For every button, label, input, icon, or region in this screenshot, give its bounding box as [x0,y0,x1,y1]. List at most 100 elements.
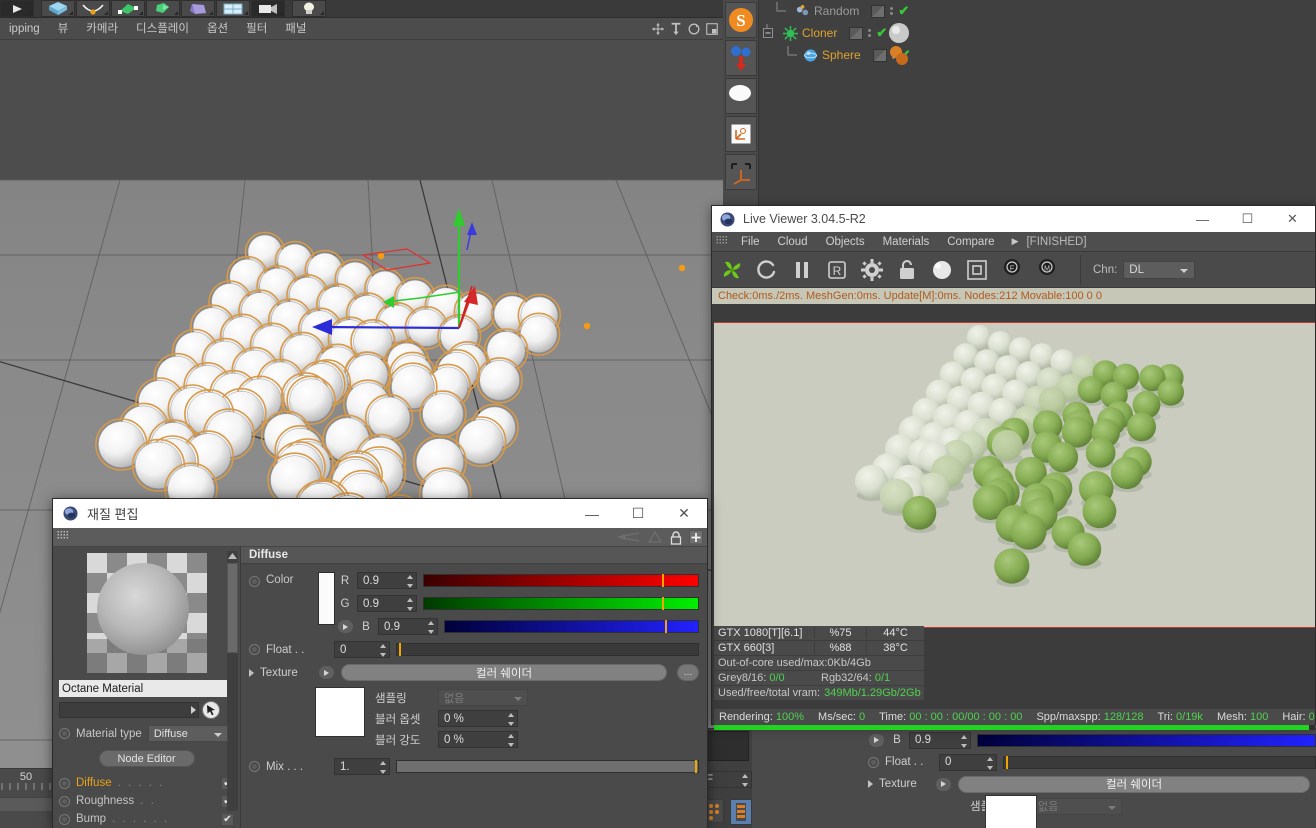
material-type-row[interactable]: Material type Diffuse [59,725,234,742]
channel-radio-icon[interactable] [59,777,70,789]
spline-icon[interactable] [76,0,110,17]
float-row[interactable]: Float . . 0 [241,638,707,661]
texture-shader-bar[interactable]: 컬러 쉐이더 [341,664,667,681]
bg-me-float-slider[interactable] [1003,755,1316,769]
left-panel-scrollbar[interactable] [227,551,238,811]
color-radio-icon[interactable] [249,576,260,587]
tag-swatch-icon-3[interactable] [872,48,887,62]
blur-offset-field[interactable]: 0 % [438,710,518,727]
float-field[interactable]: 0 [334,641,390,658]
lv-menu-file[interactable]: File [732,232,769,252]
live-viewer-window-controls[interactable]: — ☐ ✕ [1180,206,1315,232]
cube-icon[interactable] [41,0,75,17]
octane-objects-icon[interactable] [725,40,757,76]
spinner-icon-g[interactable] [405,598,414,611]
spinner-icon-bs[interactable] [506,734,515,747]
up-nav-icon[interactable] [647,530,663,544]
pause-icon[interactable] [790,258,814,282]
channel-radio-icon-3[interactable] [59,813,70,825]
lock-icon[interactable] [895,258,919,282]
channel-item-diffuse[interactable]: Diffuse . . . . . ✔ [59,774,234,792]
blur-strength-row[interactable]: 블러 강도 0 % [375,729,528,750]
lv-menu-cloud[interactable]: Cloud [769,232,817,252]
menu-item-display[interactable]: 디스플레이 [127,18,198,40]
camera-icon[interactable] [251,0,285,17]
spinner-icon-f[interactable] [378,644,387,657]
scroll-up-arrow-icon[interactable] [227,552,238,560]
texture-row[interactable]: Texture 컬러 쉐이더 ... [241,661,707,684]
move-icon[interactable] [651,22,665,36]
refresh-icon[interactable] [755,258,779,282]
tag-swatch-icon-2[interactable] [849,26,864,40]
bg-me-blue-slider[interactable] [977,733,1316,747]
prev-next-nav-icon[interactable] [615,530,641,544]
float-radio-icon[interactable] [249,644,260,655]
settings-gear-icon[interactable] [860,258,884,282]
material-search-row[interactable] [59,701,234,719]
menu-item-clipping[interactable]: ipping [0,18,49,40]
color-row-g[interactable]: G 0.9 [335,592,707,615]
focus-pin-icon[interactable]: F [1000,258,1024,282]
octane-sphere-icon[interactable] [725,78,757,114]
sampling-row[interactable]: 샘플링 없음 [375,687,528,708]
material-type-combo[interactable]: Diffuse [147,725,228,742]
bg-me-icon-row[interactable] [704,799,752,825]
material-editor-window[interactable]: 재질 편집 — ☐ ✕ Octane Material Material typ… [52,498,708,828]
live-viewer-window[interactable]: Live Viewer 3.04.5-R2 — ☐ ✕ File Cloud O… [711,205,1316,730]
chevron-right-icon[interactable] [868,780,873,788]
deformer-icon[interactable] [181,0,215,17]
octane-toolstrip[interactable]: S [723,0,759,205]
close-button[interactable]: ✕ [1270,206,1315,232]
mix-slider[interactable] [396,760,699,773]
octane-axis-icon[interactable] [725,116,757,152]
object-row-sphere[interactable]: Sphere ✔ [759,44,1316,66]
radio-icon[interactable] [868,756,879,768]
spinner-icon-2[interactable] [959,734,968,748]
lv-menu-objects[interactable]: Objects [817,232,874,252]
blur-offset-row[interactable]: 블러 옵셋 0 % [375,708,528,729]
maximize-button[interactable]: ☐ [1225,206,1270,232]
rotate-icon[interactable] [687,22,701,36]
material-preview[interactable] [86,553,207,673]
drag-grip-icon-2[interactable] [57,531,70,543]
bg-me-shader-bar[interactable]: 컬러 쉐이더 [958,775,1310,793]
color-row-r[interactable]: R 0.9 [335,569,707,592]
bg-me-field-f[interactable]: F [700,771,754,791]
texture-more-button[interactable]: ... [677,664,699,681]
plane-icon[interactable] [216,0,250,17]
texture-arrow-icon[interactable] [935,776,952,792]
object-name-random[interactable]: Random [814,4,859,18]
channel-combo[interactable]: DL [1123,260,1196,279]
mix-radio-icon[interactable] [249,761,260,772]
channel-item-bump[interactable]: Bump . . . . . . ✔ [59,810,234,828]
enabled-check-icon-2[interactable]: ✔ [876,25,887,41]
node-editor-button[interactable]: Node Editor [98,750,195,767]
channel-selector[interactable]: Chn: DL [1080,254,1196,285]
add-icon[interactable] [689,529,703,545]
bg-me-texture-thumb[interactable] [985,795,1037,828]
color-slider-g[interactable] [423,597,699,610]
spinner-icon-3[interactable] [985,756,994,770]
bg-me-float-row[interactable]: Float . . 0 [860,751,1316,773]
blur-strength-field[interactable]: 0 % [438,731,518,748]
material-type-radio-icon[interactable] [59,728,70,739]
material-name-field[interactable]: Octane Material [59,680,227,697]
texture-thumbnail[interactable] [315,687,365,737]
material-pin-icon[interactable]: M [1035,258,1059,282]
menu-item-camera[interactable]: 카메라 [77,18,127,40]
color-field-b[interactable]: 0.9 [378,618,438,635]
material-search-input[interactable] [59,702,199,718]
float-slider[interactable] [396,643,699,656]
channel-item-roughness[interactable]: Roughness . . ✔ [59,792,234,810]
object-row-cloner[interactable]: Cloner ✔ [759,22,1316,44]
render-canvas[interactable] [714,322,1315,628]
material-channel-list[interactable]: Diffuse . . . . . ✔ Roughness . . ✔ Bump… [59,774,234,828]
expand-arrow-icon[interactable] [868,732,885,748]
mix-row[interactable]: Mix . . . 1. [241,755,707,778]
sphere-preview-icon[interactable] [930,258,954,282]
array-icon[interactable] [146,0,180,17]
spinner-icon-b[interactable] [426,621,435,634]
me-close-button[interactable]: ✕ [661,499,707,528]
texture-arrow-icon-2[interactable] [318,665,335,680]
menu-item-filter[interactable]: 필터 [237,18,276,40]
